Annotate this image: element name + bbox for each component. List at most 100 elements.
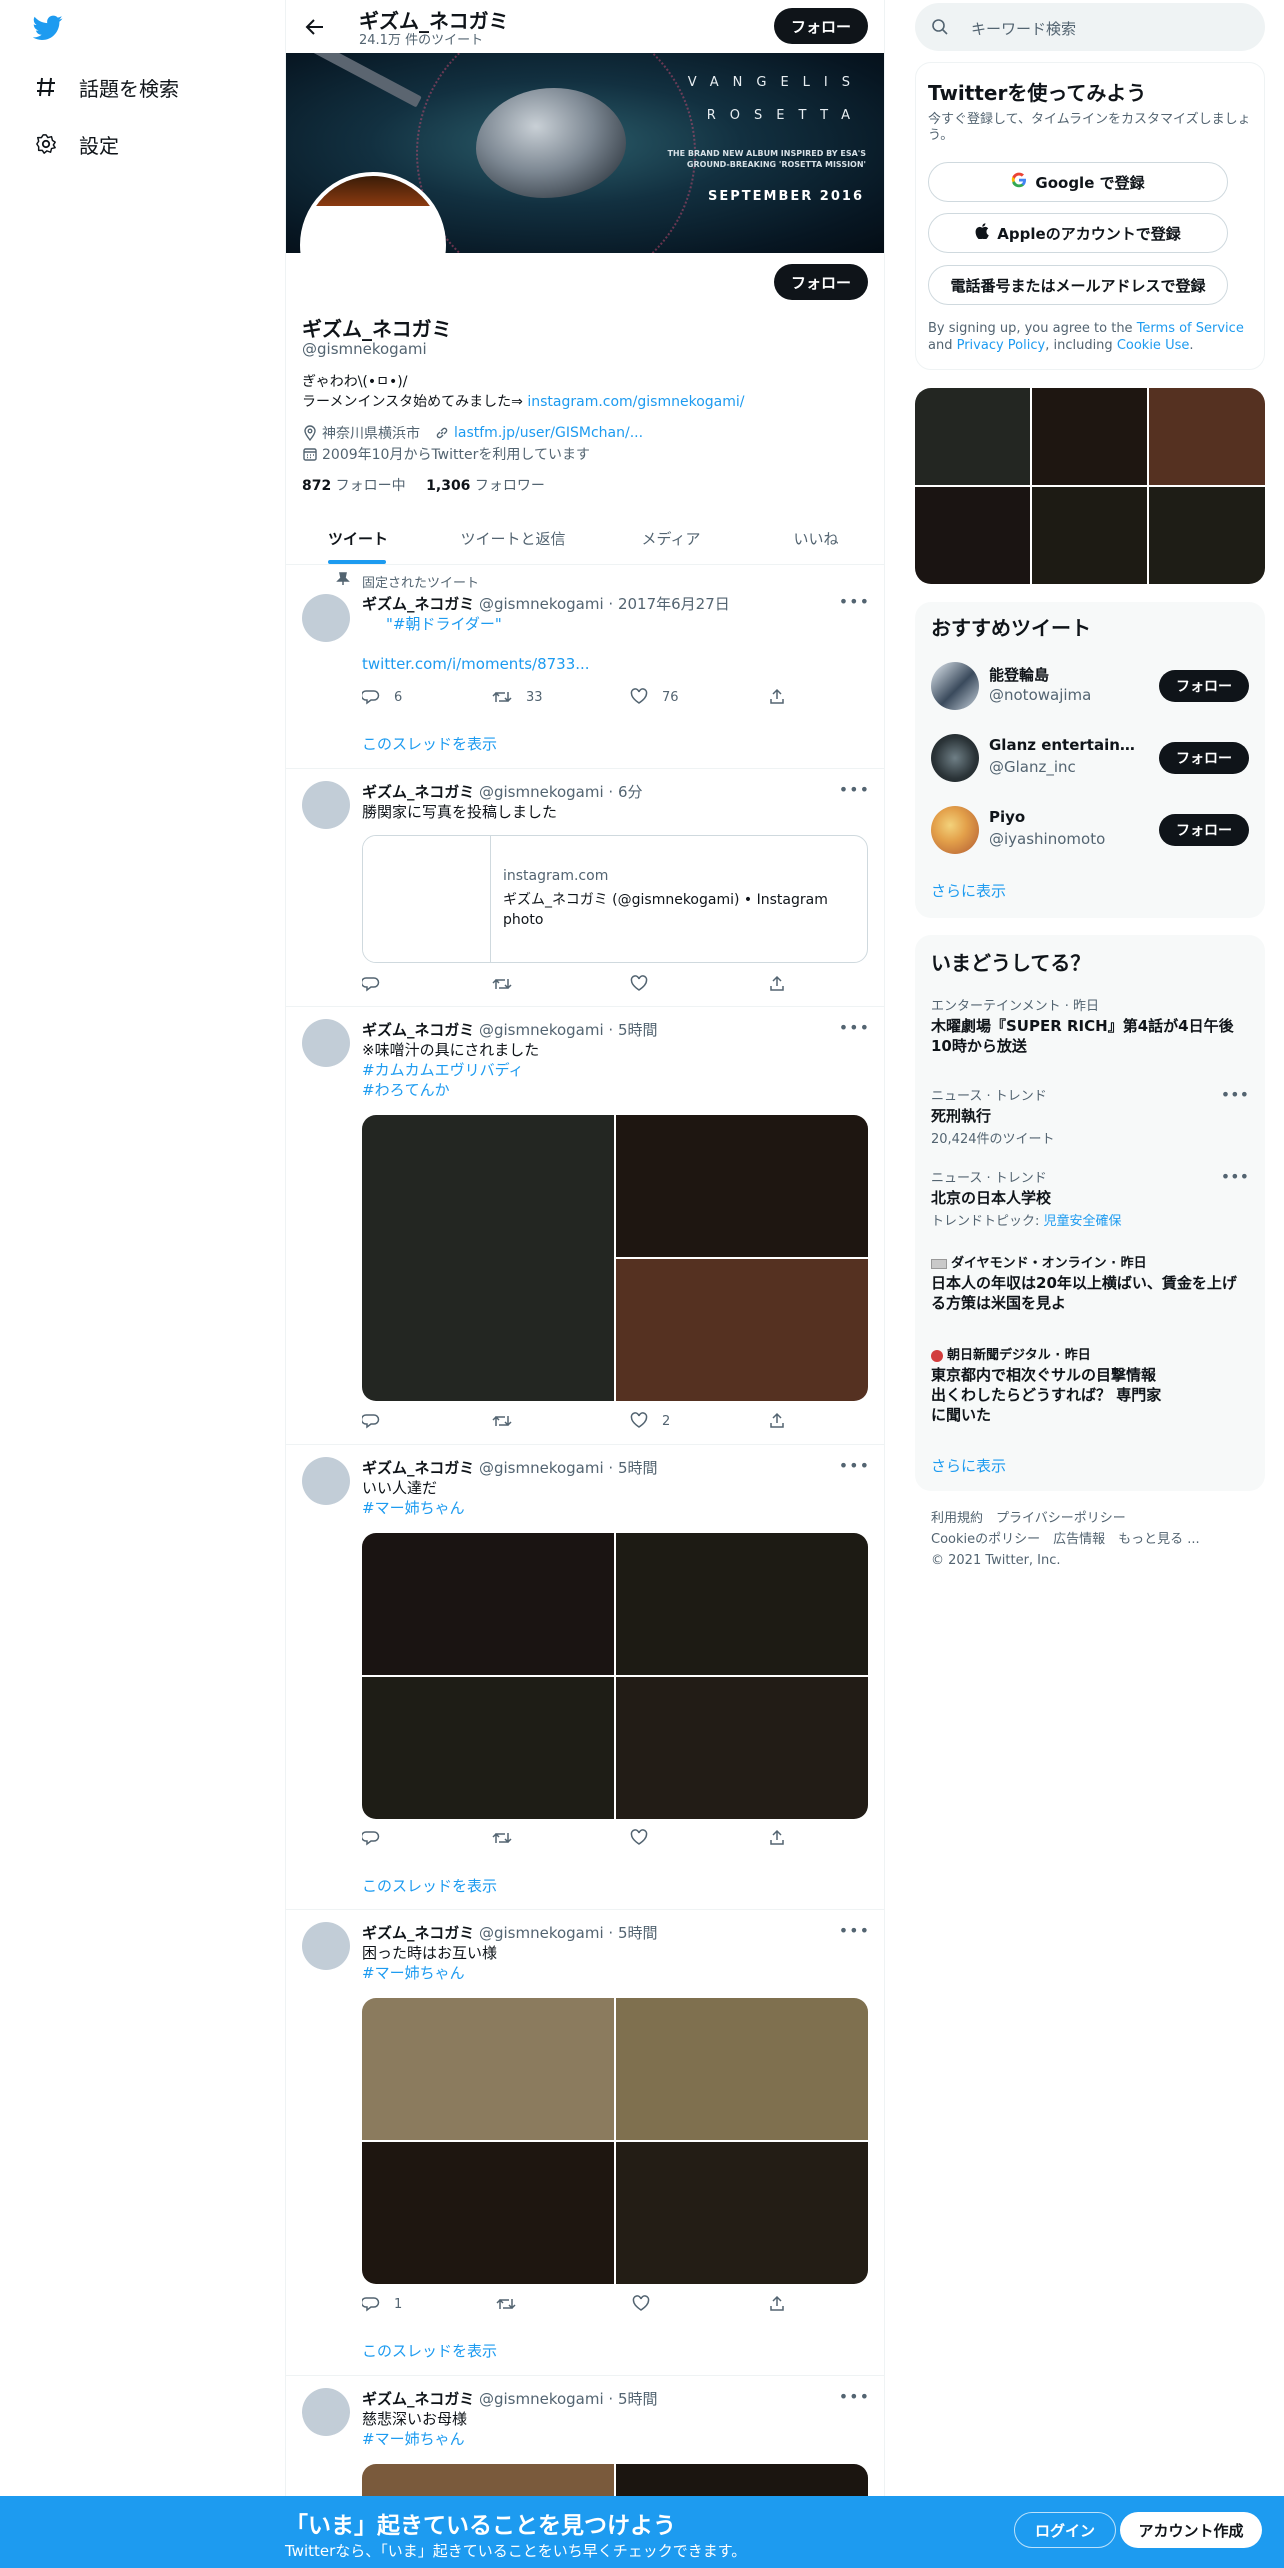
media-image[interactable] (616, 1677, 868, 1819)
tweet-pinned[interactable]: 固定されたツイート ギズム_ネコガミ @gismnekogami · 2017年… (286, 566, 884, 769)
nav-explore[interactable]: 話題を検索 (33, 67, 179, 107)
recommended-name[interactable]: Glanz entertainment... (989, 736, 1139, 754)
media-image[interactable] (616, 1998, 868, 2140)
footer-line[interactable]: 利用規約 プライバシーポリシー (931, 1508, 1200, 1529)
more-options-icon[interactable]: ••• (839, 1456, 870, 1475)
media-image[interactable] (616, 1533, 868, 1675)
media-thumb[interactable] (915, 487, 1030, 584)
avatar[interactable] (302, 1457, 350, 1505)
bio-link[interactable]: instagram.com/gismnekogami/ (527, 394, 744, 410)
trend-more-icon[interactable]: ••• (1221, 1085, 1249, 1104)
media-image[interactable] (616, 1115, 868, 1257)
tweet-meta[interactable]: @gismnekogami · 2017年6月27日 (479, 595, 730, 613)
tweet-hashtag[interactable]: "#朝ドライダー" (386, 615, 502, 633)
more-options-icon[interactable]: ••• (839, 2387, 870, 2406)
following-link[interactable]: 872 フォロー中 (302, 478, 406, 494)
media-image[interactable] (362, 1533, 614, 1675)
tweet-instagram[interactable]: ギズム_ネコガミ @gismnekogami · 6分 ••• 勝関家に写真を投… (286, 769, 884, 1007)
trend-topic-link[interactable]: 児童安全確保 (1044, 1214, 1122, 1229)
retweet-button[interactable]: 33 (492, 688, 543, 706)
recommended-account[interactable]: Piyo @iyashinomoto フォロー (931, 804, 1249, 856)
media-thumb[interactable] (1149, 487, 1265, 584)
avatar[interactable] (302, 1019, 350, 1067)
tweet-author[interactable]: ギズム_ネコガミ (362, 1924, 474, 1942)
footer-line[interactable]: Cookieのポリシー 広告情報 もっと見る ... (931, 1529, 1200, 1550)
share-button[interactable] (768, 2295, 800, 2313)
tweet-author[interactable]: ギズム_ネコガミ (362, 783, 474, 801)
recommended-name[interactable]: Piyo (989, 808, 1139, 826)
trends-show-more[interactable]: さらに表示 (931, 1455, 1006, 1476)
tab-tweets[interactable]: ツイート (286, 512, 430, 565)
media-image[interactable] (362, 1998, 614, 2140)
tweet-author[interactable]: ギズム_ネコガミ (362, 1459, 474, 1477)
media-grid[interactable] (362, 1998, 868, 2284)
tweet-hashtag[interactable]: #マー姉ちゃん (362, 1963, 497, 1983)
nav-settings[interactable]: 設定 (33, 124, 119, 164)
trend-more-icon[interactable]: ••• (1221, 1167, 1249, 1186)
share-button[interactable] (768, 1412, 800, 1430)
like-button[interactable]: 76 (630, 688, 679, 706)
recommended-name[interactable]: 能登輪島 (989, 664, 1139, 685)
recommended-show-more[interactable]: さらに表示 (931, 880, 1006, 901)
show-thread-link[interactable]: このスレッドを表示 (362, 733, 497, 754)
media-grid[interactable] (362, 1533, 868, 1819)
retweet-button[interactable] (492, 1412, 526, 1430)
avatar[interactable] (931, 734, 979, 782)
tweet-hashtag[interactable]: #わろてんか (362, 1080, 539, 1100)
terms-of-service-link[interactable]: Terms of Service (1137, 321, 1244, 336)
reply-button[interactable] (362, 975, 394, 993)
retweet-button[interactable] (492, 1829, 526, 1847)
phone-email-signup-button[interactable]: 電話番号またはメールアドレスで登録 (928, 265, 1228, 305)
like-button[interactable]: 2 (630, 1412, 670, 1430)
media-image[interactable] (362, 1677, 614, 1819)
media-thumb[interactable] (915, 388, 1030, 485)
tweet-meta[interactable]: @gismnekogami · 5時間 (479, 2390, 658, 2408)
tab-tweets-replies[interactable]: ツイートと返信 (430, 512, 596, 565)
avatar[interactable] (302, 2388, 350, 2436)
recommended-follow-button[interactable]: フォロー (1159, 742, 1249, 774)
tweet-meta[interactable]: @gismnekogami · 5時間 (479, 1459, 658, 1477)
trend-item[interactable]: エンターテインメント · 昨日 木曜劇場『SUPER RICH』第4話が4日午後… (931, 995, 1249, 1056)
reply-button[interactable]: 6 (362, 688, 402, 706)
avatar[interactable] (931, 662, 979, 710)
recommended-account[interactable]: 能登輪島 @notowajima フォロー (931, 660, 1249, 712)
show-thread-link[interactable]: このスレッドを表示 (362, 1875, 497, 1896)
tab-likes[interactable]: いいね (746, 512, 884, 565)
share-button[interactable] (768, 1829, 800, 1847)
tweet-meta[interactable]: @gismnekogami · 5時間 (479, 1021, 658, 1039)
like-button[interactable] (630, 975, 662, 993)
reply-button[interactable] (362, 1412, 394, 1430)
tweet-link[interactable]: twitter.com/i/moments/8733... (362, 655, 590, 673)
more-options-icon[interactable]: ••• (839, 1921, 870, 1940)
tweet-meta[interactable]: @gismnekogami · 5時間 (479, 1924, 658, 1942)
recommended-follow-button[interactable]: フォロー (1159, 814, 1249, 846)
apple-signup-button[interactable]: Appleのアカウントで登録 (928, 213, 1228, 253)
tweet-hashtag[interactable]: #マー姉ちゃん (362, 2429, 467, 2449)
media-image[interactable] (362, 2142, 614, 2284)
tweet-iihitotachi[interactable]: ギズム_ネコガミ @gismnekogami · 5時間 ••• いい人達だ #… (286, 1445, 884, 1910)
like-button[interactable] (632, 2295, 664, 2313)
avatar[interactable] (302, 1922, 350, 1970)
reply-button[interactable]: 1 (362, 2295, 402, 2313)
back-arrow-icon[interactable] (302, 14, 328, 40)
retweet-button[interactable] (496, 2295, 530, 2313)
like-button[interactable] (630, 1829, 662, 1847)
avatar[interactable] (302, 594, 350, 642)
search-input[interactable]: キーワード検索 (971, 18, 1076, 39)
tweet-author[interactable]: ギズム_ネコガミ (362, 2390, 474, 2408)
media-thumb[interactable] (1032, 388, 1147, 485)
tweet-misoshiru[interactable]: ギズム_ネコガミ @gismnekogami · 5時間 ••• ※味噌汁の具に… (286, 1007, 884, 1445)
tweet-komatta[interactable]: ギズム_ネコガミ @gismnekogami · 5時間 ••• 困った時はお互… (286, 1910, 884, 2376)
avatar[interactable] (302, 781, 350, 829)
news-item[interactable]: 朝日新聞デジタル · 昨日 東京都内で相次ぐサルの目撃情報 出くわしたらどうすれ… (931, 1344, 1249, 1425)
profile-follow-button[interactable]: フォロー (774, 264, 868, 300)
show-thread-link[interactable]: このスレッドを表示 (362, 2340, 497, 2361)
search-bar[interactable]: キーワード検索 (915, 3, 1265, 51)
link-card[interactable]: instagram.com ギズム_ネコガミ (@gismnekogami) •… (362, 835, 868, 963)
media-grid[interactable] (362, 1115, 868, 1401)
tweet-hashtag[interactable]: #マー姉ちゃん (362, 1498, 465, 1518)
recommended-follow-button[interactable]: フォロー (1159, 670, 1249, 702)
share-button[interactable] (768, 975, 800, 993)
tweet-author[interactable]: ギズム_ネコガミ (362, 1021, 474, 1039)
signup-button[interactable]: アカウント作成 (1120, 2512, 1262, 2548)
